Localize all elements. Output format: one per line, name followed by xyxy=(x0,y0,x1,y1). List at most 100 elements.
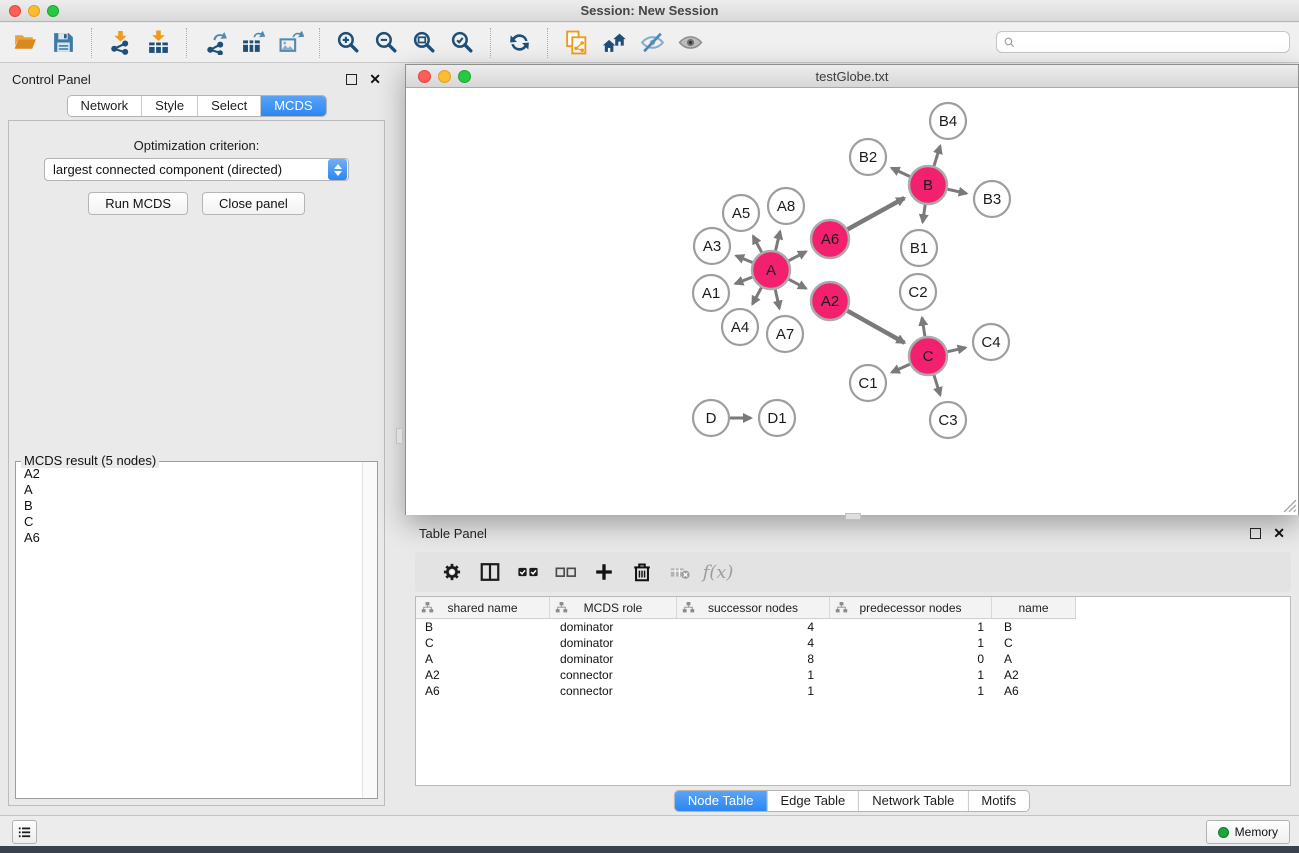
mcds-result-item[interactable]: A2 xyxy=(17,466,361,482)
zoom-in-button[interactable] xyxy=(329,26,367,60)
hide-selected-button[interactable] xyxy=(633,26,671,60)
float-panel-icon[interactable] xyxy=(346,74,357,85)
cell-MCDS-role[interactable]: dominator xyxy=(550,651,677,667)
mcds-result-list[interactable]: A2ABCA6 xyxy=(17,466,361,797)
cell-name[interactable]: A6 xyxy=(992,683,1076,699)
select-all-button[interactable] xyxy=(509,555,547,589)
memory-button[interactable]: Memory xyxy=(1206,820,1290,844)
tab-edge-table[interactable]: Edge Table xyxy=(766,791,858,811)
graph-node-B[interactable]: B xyxy=(909,166,947,204)
table-row[interactable]: Cdominator41C xyxy=(416,635,1290,651)
search-box[interactable] xyxy=(996,31,1290,53)
cell-MCDS-role[interactable]: connector xyxy=(550,683,677,699)
run-mcds-button[interactable]: Run MCDS xyxy=(88,192,188,215)
float-table-panel-icon[interactable] xyxy=(1250,528,1261,539)
edge-A-A8[interactable] xyxy=(776,231,781,250)
show-eye-button[interactable] xyxy=(671,26,709,60)
zoom-fit-button[interactable] xyxy=(405,26,443,60)
graph-node-B3[interactable]: B3 xyxy=(974,181,1010,217)
edge-A6-B[interactable] xyxy=(848,198,905,229)
graph-node-A1[interactable]: A1 xyxy=(693,275,729,311)
close-table-panel-icon[interactable]: ✕ xyxy=(1273,528,1285,539)
column-header-shared-name[interactable]: shared name xyxy=(416,597,550,619)
column-header-name[interactable]: name xyxy=(992,597,1076,619)
save-session-button[interactable] xyxy=(44,26,82,60)
cell-predecessor-nodes[interactable]: 1 xyxy=(830,683,992,699)
cell-successor-nodes[interactable]: 4 xyxy=(677,635,830,651)
graph-node-A[interactable]: A xyxy=(752,251,790,289)
graph-node-A8[interactable]: A8 xyxy=(768,188,804,224)
export-image-button[interactable] xyxy=(272,26,310,60)
zoom-window-button[interactable] xyxy=(47,5,59,17)
graph-node-C3[interactable]: C3 xyxy=(930,402,966,438)
cell-successor-nodes[interactable]: 8 xyxy=(677,651,830,667)
cell-shared-name[interactable]: A2 xyxy=(416,667,550,683)
resize-grip-icon[interactable] xyxy=(1282,498,1297,513)
deselect-all-button[interactable] xyxy=(547,555,585,589)
mcds-result-item[interactable]: C xyxy=(17,514,361,530)
cell-shared-name[interactable]: B xyxy=(416,619,550,635)
graph-node-D[interactable]: D xyxy=(693,400,729,436)
cell-predecessor-nodes[interactable]: 0 xyxy=(830,651,992,667)
graph-node-D1[interactable]: D1 xyxy=(759,400,795,436)
cell-predecessor-nodes[interactable]: 1 xyxy=(830,667,992,683)
open-file-button[interactable] xyxy=(6,26,44,60)
cell-MCDS-role[interactable]: connector xyxy=(550,667,677,683)
tab-select[interactable]: Select xyxy=(197,96,260,116)
cell-name[interactable]: C xyxy=(992,635,1076,651)
column-header-successor-nodes[interactable]: successor nodes xyxy=(677,597,830,619)
graph-node-B4[interactable]: B4 xyxy=(930,103,966,139)
export-network-button[interactable] xyxy=(196,26,234,60)
close-window-button[interactable] xyxy=(9,5,21,17)
minimize-window-button[interactable] xyxy=(28,5,40,17)
mcds-result-item[interactable]: A xyxy=(17,482,361,498)
network-minimize-button[interactable] xyxy=(438,70,451,83)
close-panel-icon[interactable]: ✕ xyxy=(369,74,381,85)
cell-successor-nodes[interactable]: 1 xyxy=(677,667,830,683)
zoom-selected-button[interactable] xyxy=(443,26,481,60)
tab-network-table[interactable]: Network Table xyxy=(858,791,967,811)
zoom-out-button[interactable] xyxy=(367,26,405,60)
new-network-from-selection-button[interactable] xyxy=(557,26,595,60)
table-row[interactable]: A6connector11A6 xyxy=(416,683,1290,699)
cell-successor-nodes[interactable]: 1 xyxy=(677,683,830,699)
export-table-button[interactable] xyxy=(234,26,272,60)
cell-name[interactable]: B xyxy=(992,619,1076,635)
tab-style[interactable]: Style xyxy=(141,96,197,116)
tab-node-table[interactable]: Node Table xyxy=(675,791,767,811)
graph-node-B1[interactable]: B1 xyxy=(901,230,937,266)
column-visibility-button[interactable] xyxy=(471,555,509,589)
cell-shared-name[interactable]: A6 xyxy=(416,683,550,699)
table-settings-button[interactable] xyxy=(433,555,471,589)
network-close-button[interactable] xyxy=(418,70,431,83)
edge-A2-C[interactable] xyxy=(847,311,904,343)
graph-node-A3[interactable]: A3 xyxy=(694,228,730,264)
table-row[interactable]: A2connector11A2 xyxy=(416,667,1290,683)
import-network-button[interactable] xyxy=(101,26,139,60)
edge-C-C2[interactable] xyxy=(922,318,925,337)
graph-node-A2[interactable]: A2 xyxy=(811,282,849,320)
edge-A-A2[interactable] xyxy=(789,279,806,288)
edge-A-A4[interactable] xyxy=(752,288,761,305)
graph-node-C[interactable]: C xyxy=(909,337,947,375)
close-panel-button[interactable]: Close panel xyxy=(202,192,305,215)
delete-selected-button[interactable] xyxy=(623,555,661,589)
add-column-button[interactable] xyxy=(585,555,623,589)
edge-B-B1[interactable] xyxy=(923,205,925,222)
result-scrollbar[interactable] xyxy=(362,462,377,798)
edge-B-B3[interactable] xyxy=(948,189,967,193)
graph-node-A6[interactable]: A6 xyxy=(811,220,849,258)
table-row[interactable]: Bdominator41B xyxy=(416,619,1290,635)
network-canvas[interactable]: AA1A2A3A4A5A6A7A8BB1B2B3B4CC1C2C3C4DD1 xyxy=(406,89,1298,515)
panel-divider-grip[interactable] xyxy=(396,428,403,444)
graph-node-A4[interactable]: A4 xyxy=(722,309,758,345)
edge-B-B2[interactable] xyxy=(892,168,910,177)
tab-network[interactable]: Network xyxy=(67,96,141,116)
graph-node-B2[interactable]: B2 xyxy=(850,139,886,175)
graph-node-C1[interactable]: C1 xyxy=(850,365,886,401)
tab-mcds[interactable]: MCDS xyxy=(260,96,325,116)
mcds-result-item[interactable]: A6 xyxy=(17,530,361,546)
cell-predecessor-nodes[interactable]: 1 xyxy=(830,635,992,651)
cell-predecessor-nodes[interactable]: 1 xyxy=(830,619,992,635)
table-row[interactable]: Adominator80A xyxy=(416,651,1290,667)
